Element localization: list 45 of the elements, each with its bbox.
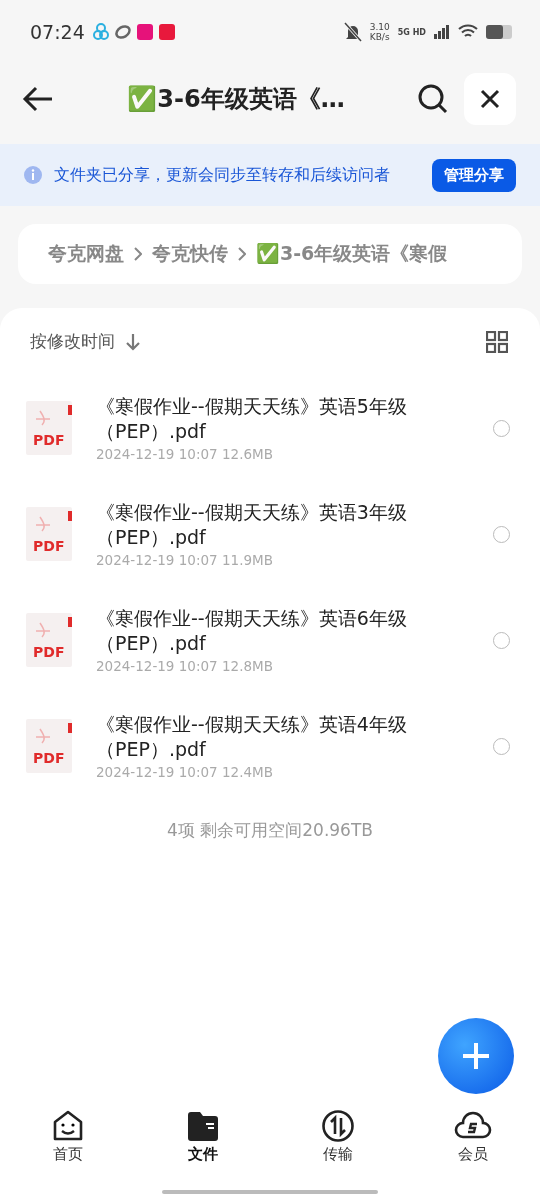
nav-tab[interactable]: 文件 [135,1096,270,1176]
close-button[interactable] [464,73,516,125]
file-meta: 2024-12-19 10:07 12.8MB [96,658,273,674]
pdf-file-icon: PDF [26,613,74,667]
breadcrumb-item[interactable]: 夸克快传 [152,241,228,267]
nav-tab[interactable]: 首页 [0,1096,135,1176]
share-message: 文件夹已分享，更新会同步至转存和后续访问者 [54,164,391,186]
ring-app-icon [114,25,131,39]
file-name[interactable]: 《寒假作业--假期天天练》英语3年级（PEP）.pdf [96,500,426,550]
file-meta: 2024-12-19 10:07 11.9MB [96,552,273,568]
pdf-file-icon: PDF [26,719,74,773]
app-icon [136,24,153,40]
network-speed: 3.10 KB/s [369,22,390,42]
info-icon [24,166,42,184]
chevron-icon [134,247,142,261]
transfer-icon [320,1108,355,1143]
breadcrumb-item[interactable]: ✅3-6年级英语《寒假 [256,241,448,267]
breadcrumb-item[interactable]: 夸克网盘 [48,241,124,267]
back-arrow-icon[interactable] [22,85,54,113]
sort-label[interactable]: 按修改时间 [30,330,115,353]
storage-summary: 4项 剩余可用空间20.96TB [166,819,374,842]
app-icon [158,24,175,40]
grid-view-icon[interactable] [486,330,508,353]
file-meta: 2024-12-19 10:07 12.4MB [96,764,273,780]
pdf-file-icon: PDF [26,507,74,561]
close-icon[interactable] [480,89,500,109]
signal-icon [434,25,450,39]
file-meta: 2024-12-19 10:07 12.6MB [96,446,273,462]
file-name[interactable]: 《寒假作业--假期天天练》英语5年级（PEP）.pdf [96,394,426,444]
nav-tab[interactable]: 会员 [405,1096,540,1176]
network-type: 5G HD [397,27,426,37]
folder-title: ✅3-6年级英语《… [126,84,346,115]
down-arrow-icon[interactable] [125,332,141,351]
manage-share-button[interactable]: 管理分享 [432,158,516,192]
status-time: 07:24 [30,21,85,43]
plus-icon[interactable] [461,1041,491,1071]
file-name[interactable]: 《寒假作业--假期天天练》英语6年级（PEP）.pdf [96,606,426,656]
search-icon[interactable] [418,84,448,114]
trefoil-app-icon [92,23,109,40]
chevron-icon [238,247,246,261]
pdf-file-icon: PDF [26,401,74,455]
battery-icon [486,25,514,39]
muted-bell-icon [343,22,362,42]
nav-tab[interactable]: 传输 [270,1096,405,1176]
file-name[interactable]: 《寒假作业--假期天天练》英语4年级（PEP）.pdf [96,712,426,762]
